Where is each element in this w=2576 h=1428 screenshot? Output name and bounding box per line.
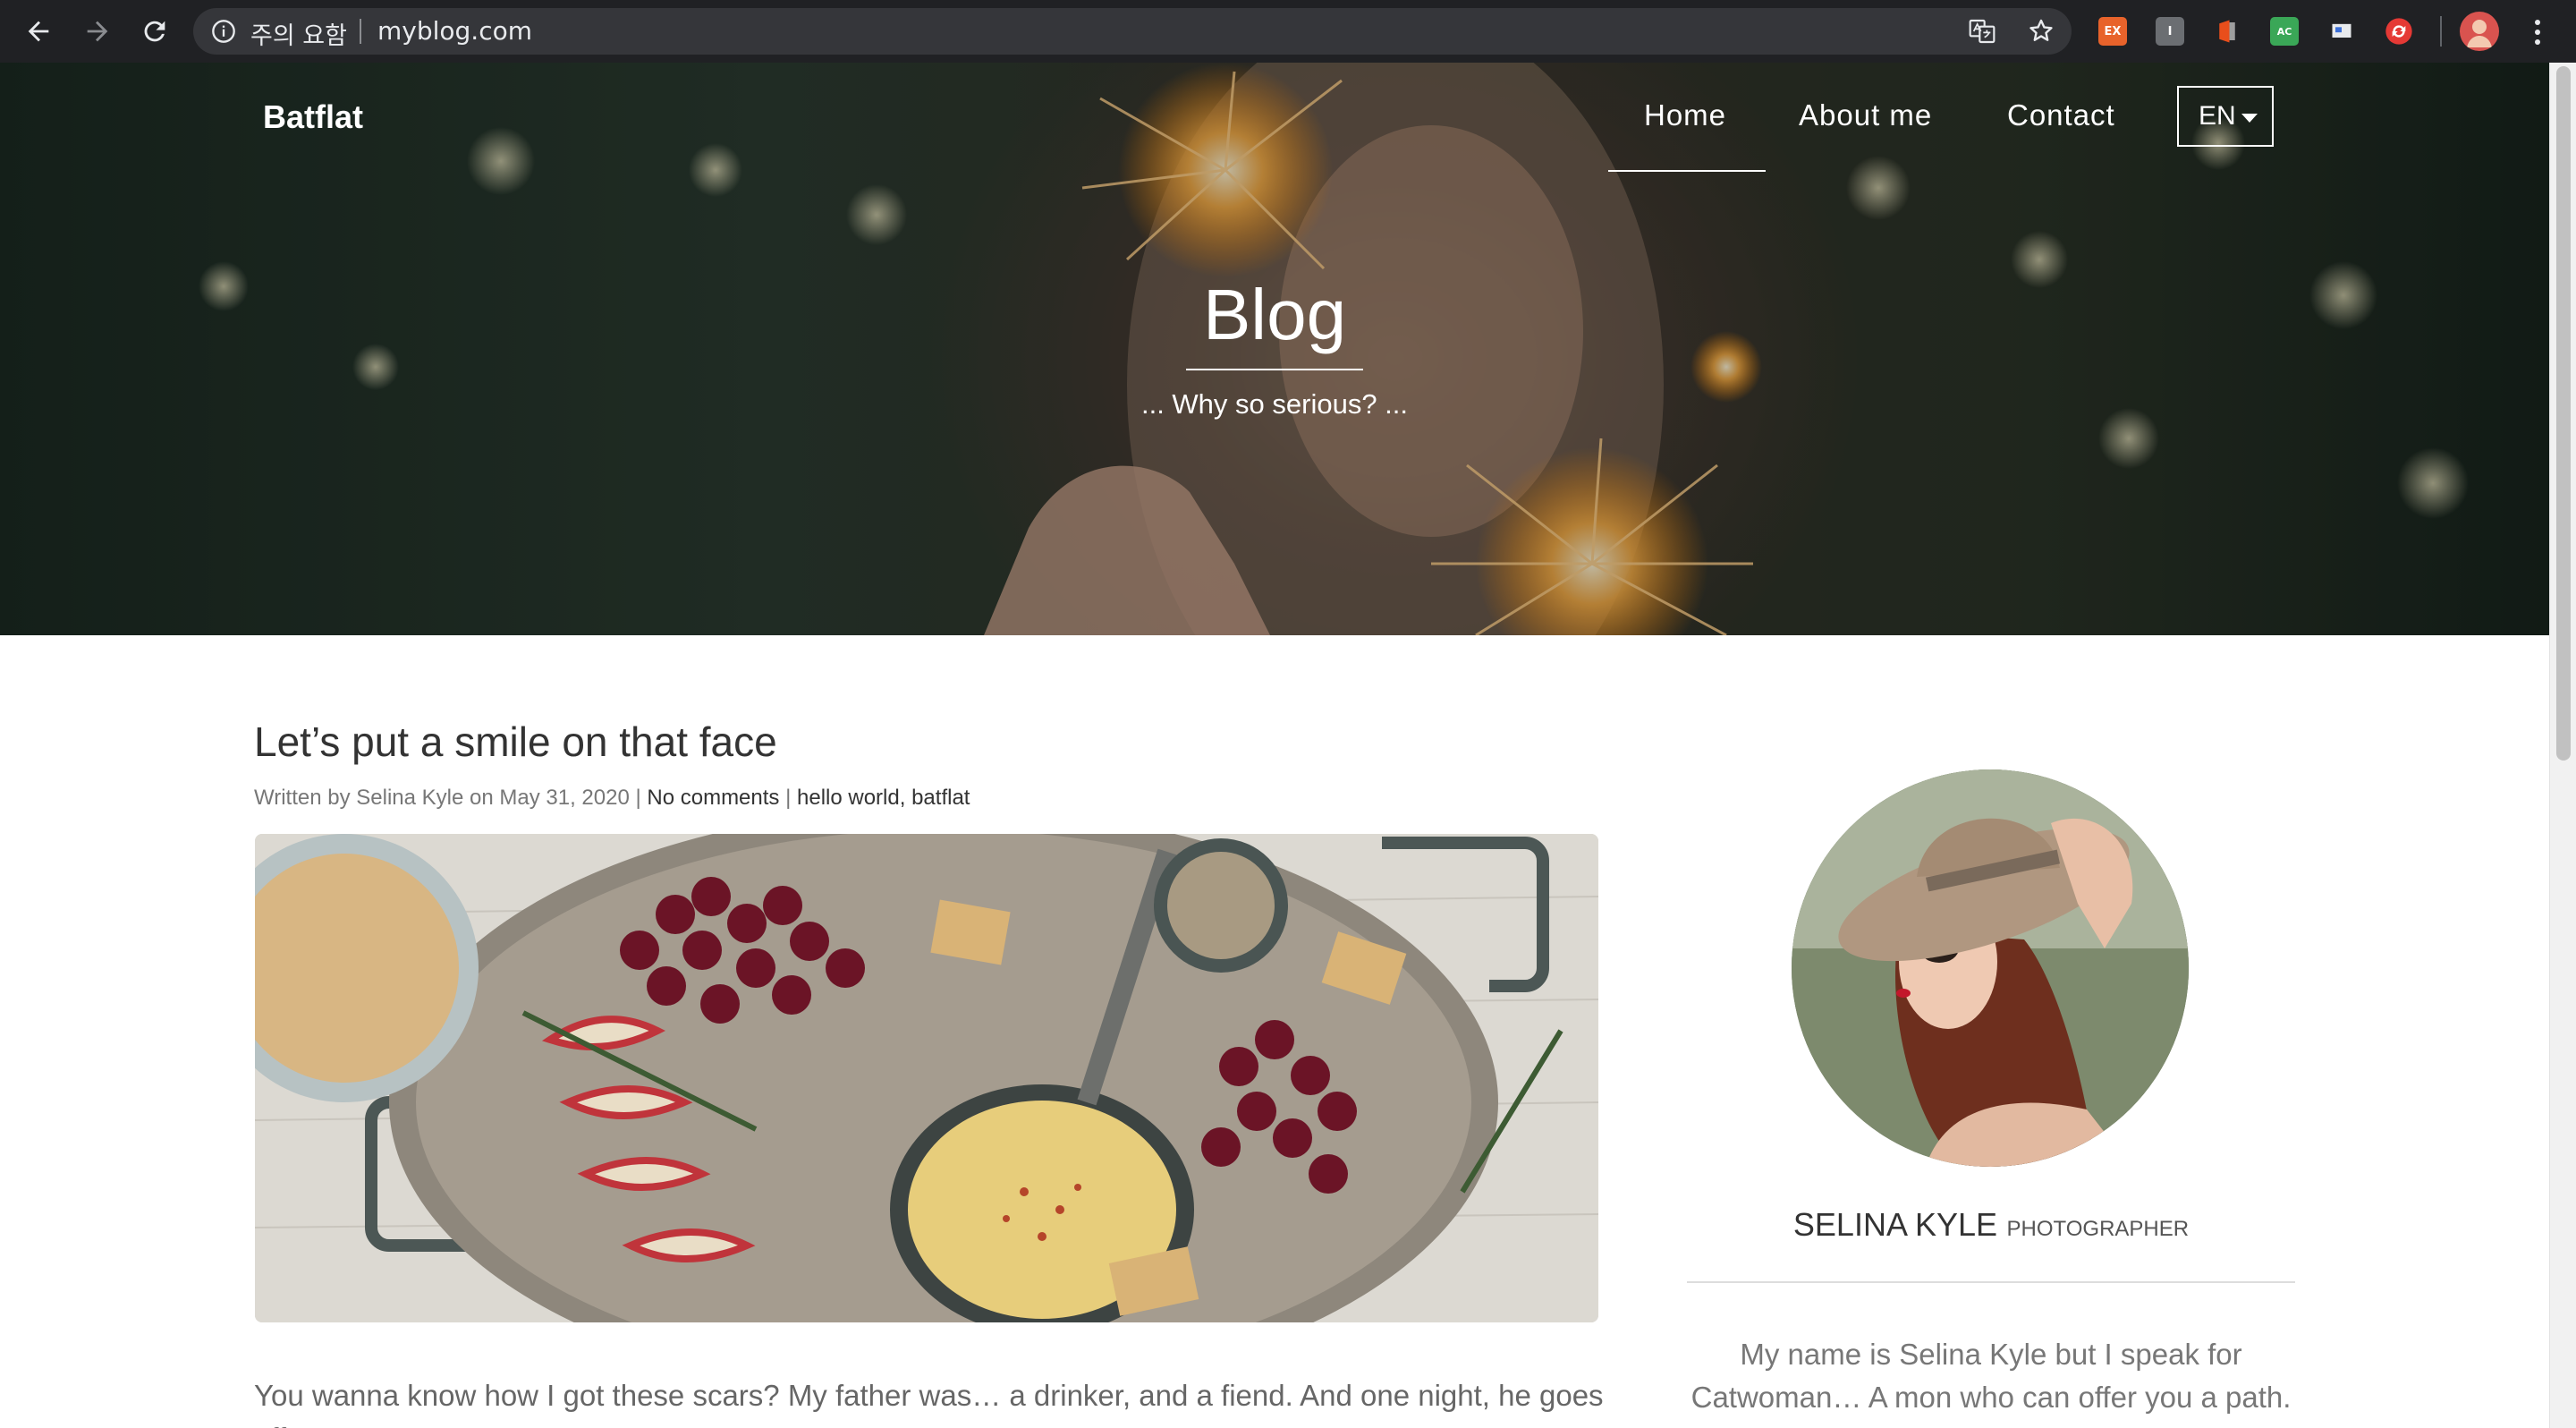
omnibox-divider <box>360 19 361 44</box>
author-bio: My name is Selina Kyle but I speak for C… <box>1690 1338 2292 1414</box>
meta-separator: | <box>779 786 797 810</box>
back-icon[interactable] <box>20 13 57 50</box>
post-excerpt: You wanna know how I got these scars? My… <box>254 1379 1604 1428</box>
extension-screen-icon[interactable] <box>2327 17 2356 46</box>
author-name: SELINA KYLE <box>1792 1206 1998 1243</box>
nav-active-indicator <box>1608 170 1766 172</box>
url-text[interactable]: myblog.com <box>377 16 532 46</box>
browser-toolbar: 주의 요함 myblog.com EX I AC <box>0 0 2576 63</box>
toolbar-divider <box>2440 16 2442 47</box>
hero-title: Blog <box>1202 275 1347 354</box>
reload-icon[interactable] <box>136 13 174 50</box>
extension-ex-icon[interactable]: EX <box>2098 17 2127 46</box>
author-role: PHOTOGRAPHER <box>2006 1217 2190 1241</box>
forward-icon[interactable] <box>79 13 116 50</box>
extension-ac-icon[interactable]: AC <box>2270 17 2299 46</box>
sidebar-divider <box>1687 1281 2295 1283</box>
address-bar[interactable]: 주의 요함 myblog.com <box>193 8 2072 55</box>
author-photo <box>1792 769 2189 1167</box>
nav-home[interactable]: Home <box>1644 98 1726 132</box>
security-warning[interactable]: 주의 요함 <box>250 16 347 51</box>
hero-subtitle: ... Why so serious? ... <box>1140 388 1409 420</box>
tag-link[interactable]: batflat <box>911 786 970 810</box>
bookmark-star-icon[interactable] <box>2027 17 2055 46</box>
comments-link[interactable]: No comments <box>647 786 779 810</box>
scrollbar-thumb[interactable] <box>2556 66 2571 761</box>
caret-down-icon <box>2241 114 2258 123</box>
meta-separator: | <box>629 786 648 810</box>
food-platter-image <box>255 834 1598 1322</box>
post-byline: Written by Selina Kyle on May 31, 2020 <box>254 786 630 810</box>
extension-refresh-icon[interactable] <box>2385 17 2413 46</box>
tag-separator: , <box>899 786 912 810</box>
profile-avatar[interactable] <box>2460 12 2499 51</box>
page-scrollbar[interactable] <box>2549 63 2576 1428</box>
hero-divider <box>1186 369 1363 370</box>
info-icon[interactable] <box>211 19 236 44</box>
nav-contact[interactable]: Contact <box>2007 98 2115 132</box>
post-title[interactable]: Let’s put a smile on that face <box>254 718 777 766</box>
post-meta: Written by Selina Kyle on May 31, 2020 |… <box>254 786 970 811</box>
language-value: EN <box>2199 101 2236 131</box>
tag-link[interactable]: hello world <box>797 786 900 810</box>
site-brand[interactable]: Batflat <box>263 98 363 136</box>
extension-office-icon[interactable] <box>2213 17 2241 46</box>
language-select[interactable]: EN <box>2177 86 2274 147</box>
post-cover-image[interactable] <box>255 834 1598 1322</box>
extension-i-icon[interactable]: I <box>2156 17 2184 46</box>
author-avatar <box>1792 769 2189 1167</box>
author-heading: SELINA KYLE PHOTOGRAPHER <box>1687 1206 2295 1244</box>
nav-about-me[interactable]: About me <box>1799 98 1932 132</box>
page-viewport: Batflat Home About me Contact EN Blog ..… <box>0 63 2549 1428</box>
translate-icon[interactable] <box>1968 17 1996 46</box>
menu-dots-icon[interactable] <box>2524 14 2551 50</box>
hero-header: Batflat Home About me Contact EN Blog ..… <box>0 63 2549 635</box>
